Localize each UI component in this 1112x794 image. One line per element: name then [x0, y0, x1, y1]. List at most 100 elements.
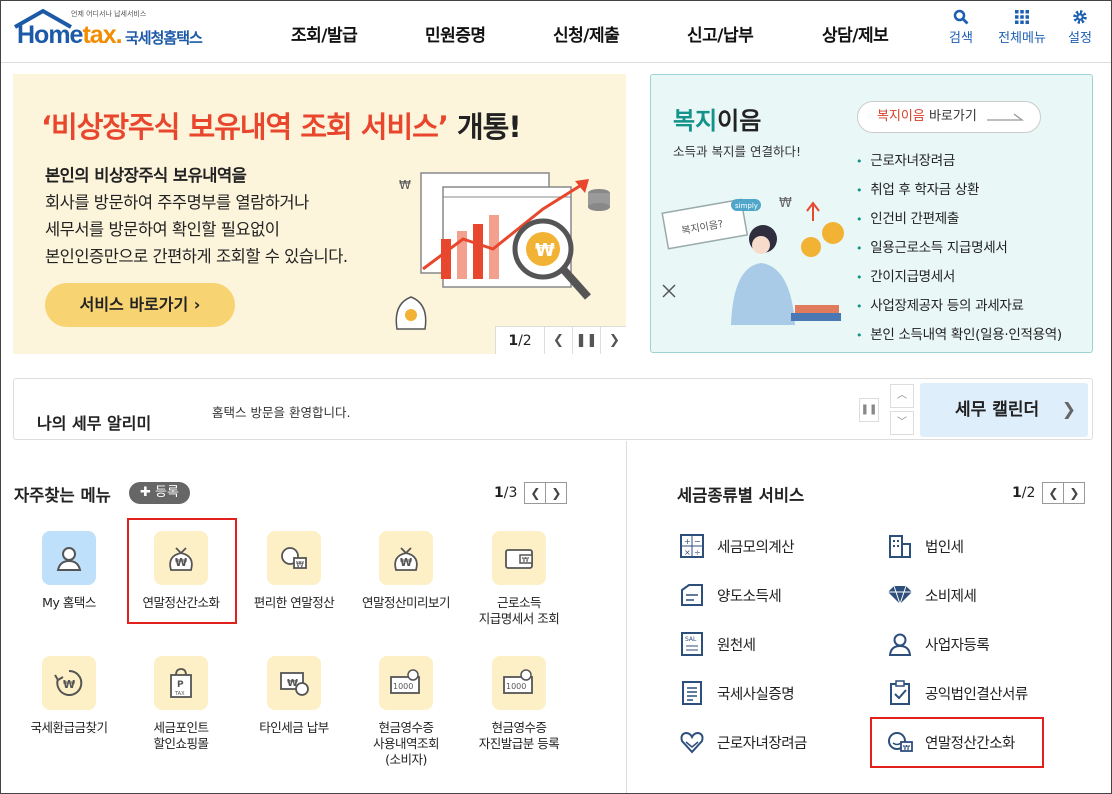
svg-text:SAL: SAL — [685, 636, 697, 643]
service-label: 사업자등록 — [925, 637, 990, 654]
building-icon — [885, 531, 915, 561]
list-item[interactable]: 간이지급명세서 — [856, 263, 1062, 292]
nav-item-inquiry[interactable]: 조회/발급 — [291, 21, 358, 46]
service-business-registration[interactable]: 사업자등록 — [885, 629, 990, 659]
person-icon — [42, 531, 96, 585]
document-icon — [677, 678, 707, 708]
banner-description: 본인의 비상장주식 보유내역을 회사를 방문하여 주주명부를 열람하거나 세무서… — [45, 166, 348, 266]
tax-alarm-bar: 나의 세무 알리미 홈택스 방문을 환영합니다. ❚❚ ︿ ﹀ 세무 캘린더 ❯ — [13, 378, 1093, 440]
logo-wordmark: Hometax. — [17, 21, 123, 49]
list-item[interactable]: 근로자녀장려금 — [856, 147, 1062, 176]
nav-item-report[interactable]: 신고/납부 — [687, 21, 754, 46]
tile-tax-refund[interactable]: ₩ 국세환급금찾기 — [13, 656, 125, 736]
highlight-box — [870, 717, 1044, 768]
svg-text:₩: ₩ — [63, 678, 75, 691]
banner-pager: 1/2 ❮ ❚❚ ❯ — [495, 326, 626, 354]
tile-year-end-preview[interactable]: ₩ 연말정산미리보기 — [350, 531, 462, 611]
tile-easy-year-end[interactable]: ₩ 편리한 연말정산 — [238, 531, 350, 611]
tile-label: 타인세금 납부 — [259, 720, 329, 735]
tax-services-title: 세금종류별 서비스 — [677, 486, 805, 505]
welfare-title: 복지이음 — [673, 107, 762, 135]
search-label: 검색 — [949, 31, 973, 46]
tile-cash-receipt-register[interactable]: 1000 현금영수증 자진발급분 등록 — [463, 656, 575, 752]
welfare-service-list: 근로자녀장려금 취업 후 학자금 상환 인건비 간편제출 일용근로소득 지급명세… — [856, 147, 1062, 350]
tax-calendar-button[interactable]: 세무 캘린더 ❯ — [920, 383, 1088, 437]
banner-prev-button[interactable]: ❮ — [544, 327, 572, 354]
all-menu-button[interactable]: 전체메뉴 — [992, 9, 1052, 46]
nav-item-apply[interactable]: 신청/제출 — [553, 21, 620, 46]
next-page-button[interactable]: ❯ — [545, 482, 568, 504]
prev-page-button[interactable]: ❮ — [1042, 482, 1065, 504]
service-tax-fact-certificate[interactable]: 국세사실증명 — [677, 678, 795, 708]
tile-earned-income-statement[interactable]: ₩ 근로소득 지급명세서 조회 — [463, 531, 575, 627]
cash-receipt-icon: 1000 — [492, 656, 546, 710]
list-item[interactable]: 취업 후 학자금 상환 — [856, 176, 1062, 205]
service-tax-simulation[interactable]: + − × ÷ 세금모의계산 — [677, 531, 795, 561]
banner-pause-button[interactable]: ❚❚ — [572, 327, 600, 354]
service-public-interest-corp-docs[interactable]: 공익법인결산서류 — [885, 678, 1028, 708]
tile-my-hometax[interactable]: My 홈택스 — [13, 531, 125, 611]
tile-pay-others-tax[interactable]: ₩ 타인세금 납부 — [238, 656, 350, 736]
bubble-text: simply — [735, 202, 758, 210]
svg-text:P: P — [177, 680, 184, 690]
svg-text:₩: ₩ — [779, 196, 792, 211]
nav-item-certificate[interactable]: 민원증명 — [425, 21, 486, 46]
alarm-message: 홈택스 방문을 환영합니다. — [212, 405, 351, 420]
service-label: 세금모의계산 — [717, 539, 795, 556]
list-item[interactable]: 일용근로소득 지급명세서 — [856, 234, 1062, 263]
service-capital-gains-tax[interactable]: 양도소득세 — [677, 580, 782, 610]
cash-receipt-icon: 1000 — [379, 656, 433, 710]
logo-tagline: 언제 어디서나 납세서비스 — [71, 10, 147, 18]
gear-icon — [1073, 10, 1087, 24]
hometax-logo[interactable]: 언제 어디서나 납세서비스 Hometax. 국세청홈택스 — [13, 7, 218, 53]
document-edit-icon — [677, 580, 707, 610]
search-button[interactable]: 검색 — [931, 9, 991, 46]
tile-label: 연말정산미리보기 — [361, 595, 451, 610]
next-page-button[interactable]: ❯ — [1063, 482, 1086, 504]
service-withholding-tax[interactable]: SAL 원천세 — [677, 629, 756, 659]
nav-item-consult[interactable]: 상담/제보 — [822, 21, 889, 46]
service-corporate-tax[interactable]: 법인세 — [885, 531, 964, 561]
svg-text:+: + — [684, 537, 691, 546]
money-bag-icon: ₩ — [379, 531, 433, 585]
list-item[interactable]: 사업장제공자 등의 과세자료 — [856, 292, 1062, 321]
service-label: 양도소득세 — [717, 588, 782, 605]
svg-text:1000: 1000 — [506, 682, 526, 691]
unlisted-stock-banner[interactable]: ‘비상장주식 보유내역 조회 서비스’ 개통! 본인의 비상장주식 보유내역을 … — [13, 74, 626, 354]
welfare-shortcut-link[interactable]: 복지이음 바로가기 — [857, 101, 1041, 133]
welfare-subtitle: 소득과 복지를 연결하다! — [673, 144, 801, 159]
header: 언제 어디서나 납세서비스 Hometax. 국세청홈택스 조회/발급 민원증명… — [1, 1, 1111, 63]
tile-tax-point-mall[interactable]: P TAX 세금포인트 할인쇼핑몰 — [125, 656, 237, 752]
service-child-earned-incentive[interactable]: 근로자녀장려금 — [677, 727, 807, 757]
settings-button[interactable]: 설정 — [1050, 9, 1110, 46]
service-label: 소비제세 — [925, 588, 977, 605]
arrow-right-icon — [987, 113, 1024, 121]
list-item[interactable]: 인건비 간편제출 — [856, 205, 1062, 234]
svg-text:÷: ÷ — [694, 548, 701, 557]
shopping-bag-icon: P TAX — [154, 656, 208, 710]
clipboard-check-icon — [885, 678, 915, 708]
all-menu-label: 전체메뉴 — [998, 31, 1046, 46]
banner-next-button[interactable]: ❯ — [600, 327, 626, 354]
svg-text:₩: ₩ — [535, 240, 555, 261]
list-item[interactable]: 본인 소득내역 확인(일용·인적용역) — [856, 321, 1062, 350]
heart-hands-icon — [677, 727, 707, 757]
tile-label: 세금포인트 할인쇼핑몰 — [153, 720, 209, 751]
banner-page-indicator: 1/2 — [508, 333, 532, 349]
svg-text:1000: 1000 — [393, 682, 413, 691]
svg-text:TAX: TAX — [174, 691, 185, 697]
service-shortcut-button[interactable]: 서비스 바로가기 › — [45, 283, 235, 327]
tile-cash-receipt-usage[interactable]: 1000 현금영수증 사용내역조회 (소비자) — [350, 656, 462, 768]
alarm-up-button[interactable]: ︿ — [890, 384, 914, 408]
register-button[interactable]: ✚ 등록 — [129, 482, 190, 504]
service-consumption-tax[interactable]: 소비제세 — [885, 580, 977, 610]
alarm-pause-button[interactable]: ❚❚ — [859, 398, 879, 422]
prev-page-button[interactable]: ❮ — [524, 482, 547, 504]
tile-label: 편리한 연말정산 — [253, 595, 335, 610]
welfare-link-banner[interactable]: 복지이음 소득과 복지를 연결하다! 복지이음 바로가기 복지이음? simpl… — [650, 74, 1093, 353]
tile-label: 국세환급금찾기 — [30, 720, 108, 735]
calculator-icon: + − × ÷ — [677, 531, 707, 561]
alarm-down-button[interactable]: ﹀ — [890, 411, 914, 435]
tile-label: My 홈택스 — [42, 595, 96, 610]
highlight-box — [127, 518, 237, 624]
